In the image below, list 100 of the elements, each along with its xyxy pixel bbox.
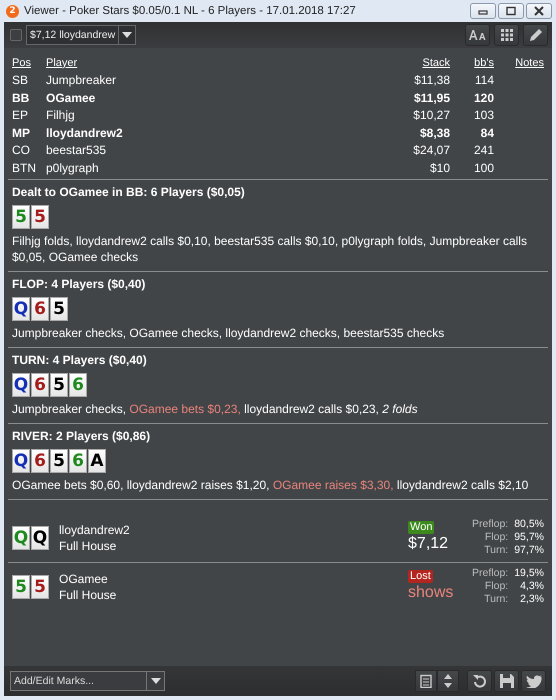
column-header[interactable]: Stack: [380, 56, 450, 69]
equity-label: Flop:: [484, 580, 508, 593]
table-cell-text: $8,38: [418, 126, 450, 140]
table-cell-text: 114: [474, 73, 494, 88]
table-cell-text: $10: [428, 160, 450, 175]
table-cell-text: 241: [472, 143, 494, 158]
table-cell-text: SB: [12, 73, 30, 88]
checkbox[interactable]: [10, 29, 22, 41]
playing-card: 6: [69, 372, 87, 396]
table-cell-text: $11,95: [412, 90, 450, 105]
equity-label: Turn:: [483, 593, 508, 606]
table-cell-text: 100: [472, 160, 494, 175]
table-cell-text: Filhjg: [46, 108, 76, 122]
column-header[interactable]: Notes: [494, 56, 544, 69]
table-cell-text: CO: [12, 143, 31, 158]
playing-card: Q: [31, 526, 49, 550]
sort-button[interactable]: [437, 670, 459, 692]
playing-card: Q: [12, 296, 30, 320]
app-logo: 2: [6, 4, 19, 18]
table-cell-text: $11,38: [413, 73, 450, 88]
table-cell-text: BTN: [12, 160, 37, 175]
equity-label: Flop:: [484, 531, 508, 544]
maximize-button[interactable]: [498, 3, 524, 19]
playing-card: Q: [12, 526, 30, 550]
playing-card: 5: [12, 204, 30, 228]
replay-button[interactable]: [467, 670, 492, 692]
playing-card: 5: [50, 296, 68, 320]
column-header[interactable]: bb's: [450, 56, 494, 69]
up-down-arrows-icon: [444, 674, 452, 688]
street-heading: FLOP: 4 Players ($0,40): [12, 276, 146, 290]
table-cell-text: BB: [12, 90, 30, 105]
playing-card: 6: [69, 448, 87, 472]
column-header[interactable]: Player: [46, 56, 380, 69]
table-cell-text: $24,07: [412, 143, 450, 158]
table-cell-text: OGamee: [46, 90, 96, 105]
table-cell-text: EP: [12, 108, 30, 122]
playing-card: Q: [12, 448, 30, 472]
table-cell-text: p0lygraph: [46, 160, 100, 175]
equity-label: Turn:: [483, 544, 508, 557]
action-text: Jumpbreaker checks, OGamee checks, lloydandrew2 checks, beestar535 checks: [12, 324, 446, 340]
action-text: Filhjg folds, lloydandrew2 calls $0,10, beestar535 calls $0,10, p0lygraph folds, Jumpbreaker calls $0,05, OGamee checks: [12, 232, 528, 264]
playing-card: 5: [50, 372, 68, 396]
table-cell-text: 103: [472, 108, 494, 122]
grid-icon: [500, 29, 512, 41]
grid-button[interactable]: [494, 24, 519, 46]
equity-value: 80,5%: [514, 518, 544, 531]
action-text: OGamee bets $0,60, lloydandrew2 raises $1,20, OGamee raises $3,30, lloydandrew2 calls $2,10: [12, 476, 530, 492]
street-heading: RIVER: 2 Players ($0,86): [12, 428, 152, 442]
equity-label: Preflop:: [472, 567, 508, 580]
font-size-button[interactable]: [465, 24, 490, 46]
playing-card: 6: [31, 372, 49, 396]
playing-card: 5: [50, 448, 68, 472]
street-heading: TURN: 4 Players ($0,40): [12, 352, 148, 366]
caret-icon: [150, 678, 160, 684]
clipboard-icon: [420, 674, 432, 688]
playing-card: 6: [31, 448, 49, 472]
table-cell-text: beestar535: [46, 143, 108, 158]
table-cell-text: 120: [472, 90, 494, 105]
share-button[interactable]: [521, 670, 546, 692]
table-cell-text: $10,27: [412, 108, 450, 122]
bird-icon: [526, 674, 542, 688]
playing-card: A: [88, 448, 106, 472]
marks-field[interactable]: Add/Edit Marks...: [10, 671, 147, 691]
outcome-badge: Lost: [408, 570, 433, 583]
save-button[interactable]: [494, 670, 519, 692]
caret-icon: [122, 32, 132, 38]
table-cell-text: Jumpbreaker: [46, 73, 118, 88]
edit-button[interactable]: [523, 24, 548, 46]
result-amount: $7,12: [408, 534, 448, 554]
hand-selector[interactable]: $7,12 lloydandrew: [26, 25, 136, 45]
close-icon: [533, 6, 545, 16]
notes-button[interactable]: [415, 670, 437, 692]
maximize-icon: [505, 6, 517, 16]
equity-value: 95,7%: [514, 531, 544, 544]
minimize-button[interactable]: [470, 3, 496, 19]
equity-value: 97,7%: [514, 544, 544, 557]
font-size-icon: [468, 30, 486, 40]
action-text: Jumpbreaker checks, OGamee bets $0,23, lloydandrew2 calls $0,23, 2 folds: [12, 400, 419, 416]
hand-name: Full House: [59, 538, 118, 554]
save-icon: [500, 674, 514, 688]
table-cell-text: MP: [12, 126, 31, 140]
playing-card: 5: [12, 574, 30, 598]
pencil-icon: [528, 28, 542, 42]
equity-label: Preflop:: [472, 518, 508, 531]
replay-icon: [472, 674, 486, 688]
street-heading: Dealt to OGamee in BB: 6 Players ($0,05): [12, 184, 246, 198]
close-button[interactable]: [526, 3, 552, 19]
equity-value: 4,3%: [519, 580, 544, 593]
playing-card: 6: [31, 296, 49, 320]
table-cell-text: lloydandrew2: [46, 126, 124, 140]
playing-card: 5: [31, 574, 49, 598]
player-name: lloydandrew2: [59, 522, 131, 538]
player-name: OGamee: [59, 570, 109, 586]
table-cell-text: 84: [480, 126, 494, 140]
dropdown-button[interactable]: [147, 671, 165, 691]
result-amount: shows: [408, 583, 454, 603]
column-header[interactable]: Pos: [12, 56, 46, 69]
equity-value: 2,3%: [519, 593, 544, 606]
outcome-badge: Won: [408, 521, 434, 534]
playing-card: Q: [12, 372, 30, 396]
